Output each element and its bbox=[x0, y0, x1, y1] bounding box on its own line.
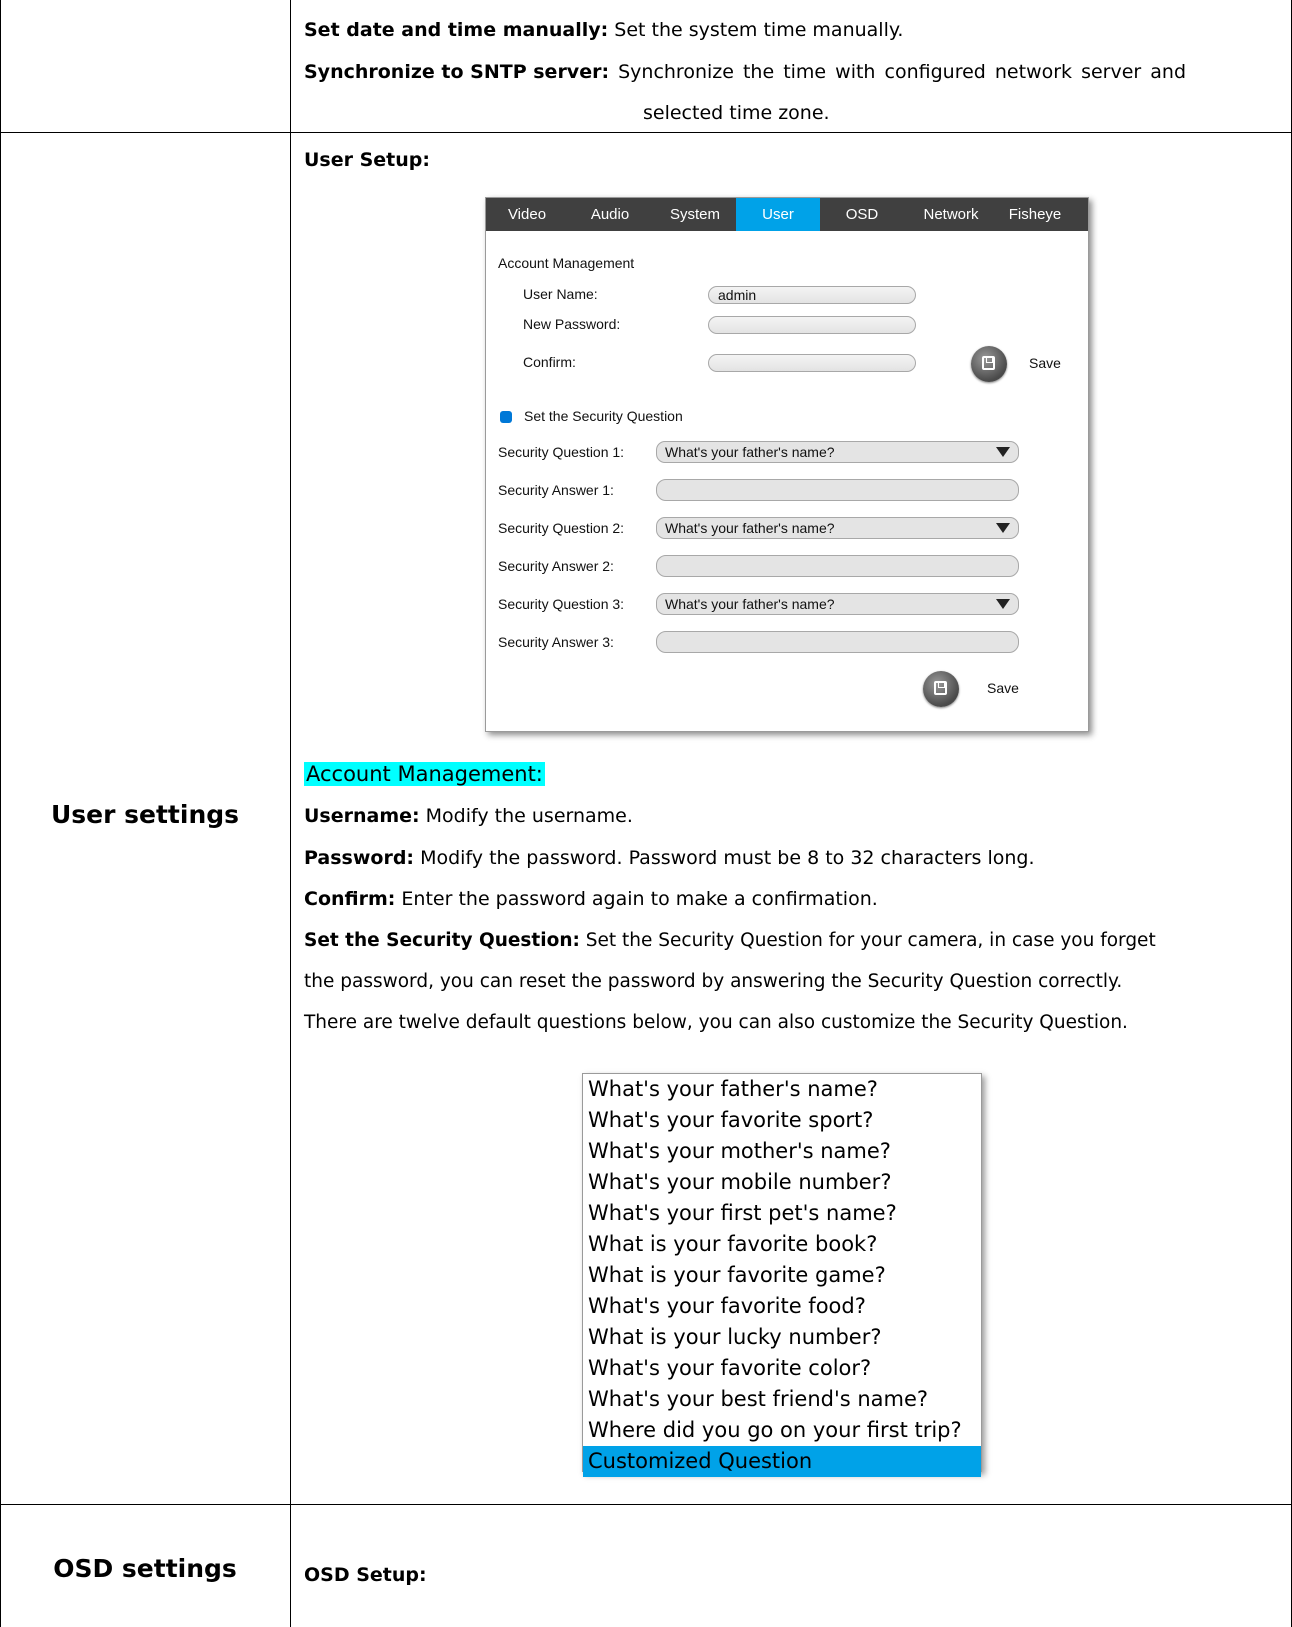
user-name-input[interactable]: admin bbox=[708, 286, 916, 304]
list-item[interactable]: What's your best friend's name? bbox=[583, 1384, 981, 1415]
question1-label: Security Question 1: bbox=[498, 444, 625, 460]
security-question-checkbox[interactable] bbox=[500, 411, 512, 423]
tab-system[interactable]: System bbox=[660, 198, 730, 231]
date-manual-line: Set date and time manually: Set the syst… bbox=[304, 10, 903, 50]
user-setup-heading: User Setup: bbox=[304, 149, 430, 171]
tab-user[interactable]: User bbox=[736, 198, 820, 231]
save-account-button[interactable] bbox=[971, 346, 1007, 382]
row-divider-2 bbox=[0, 1504, 1292, 1505]
user-name-label: User Name: bbox=[523, 286, 598, 302]
confirm-term: Confirm: bbox=[304, 888, 396, 910]
tab-bar: Video Audio System User OSD Network Fish… bbox=[486, 198, 1088, 231]
tab-network[interactable]: Network bbox=[912, 198, 990, 231]
sntp-desc: Synchronize the time with configured net… bbox=[609, 61, 1187, 83]
osd-settings-label: OSD settings bbox=[53, 1554, 237, 1583]
account-management-highlight: Account Management: bbox=[304, 762, 545, 786]
save-icon bbox=[982, 356, 995, 370]
list-item[interactable]: What's your favorite color? bbox=[583, 1353, 981, 1384]
tab-osd[interactable]: OSD bbox=[831, 198, 893, 231]
question3-label: Security Question 3: bbox=[498, 596, 625, 612]
sntp-term: Synchronize to SNTP server: bbox=[304, 61, 610, 83]
question3-value: What's your father's name? bbox=[665, 596, 835, 612]
new-password-input[interactable] bbox=[708, 316, 916, 334]
list-item[interactable]: What is your favorite book? bbox=[583, 1229, 981, 1260]
list-item-selected[interactable]: Customized Question bbox=[583, 1446, 981, 1477]
username-line: Username: Modify the username. bbox=[304, 796, 633, 836]
answer1-input[interactable] bbox=[656, 479, 1019, 501]
password-desc: Modify the password. Password must be 8 … bbox=[414, 847, 1035, 869]
save-icon bbox=[934, 681, 947, 695]
list-item[interactable]: What is your favorite game? bbox=[583, 1260, 981, 1291]
security-line-2: the password, you can reset the password… bbox=[304, 971, 1123, 992]
list-item[interactable]: What's your father's name? bbox=[583, 1074, 981, 1105]
save-security-label: Save bbox=[987, 680, 1019, 696]
user-settings-label: User settings bbox=[50, 800, 240, 829]
sntp-line-continued: selected time zone. bbox=[643, 102, 830, 124]
question3-select[interactable]: What's your father's name? bbox=[656, 593, 1019, 615]
question1-select[interactable]: What's your father's name? bbox=[656, 441, 1019, 463]
security-question-list: What's your father's name? What's your f… bbox=[582, 1073, 982, 1477]
question2-select[interactable]: What's your father's name? bbox=[656, 517, 1019, 539]
answer3-label: Security Answer 3: bbox=[498, 634, 614, 650]
password-line: Password: Modify the password. Password … bbox=[304, 838, 1035, 878]
tab-audio[interactable]: Audio bbox=[579, 198, 641, 231]
account-management-heading: Account Management: bbox=[304, 754, 545, 794]
answer2-input[interactable] bbox=[656, 555, 1019, 577]
username-term: Username: bbox=[304, 805, 420, 827]
save-account-label: Save bbox=[1029, 355, 1061, 371]
list-item[interactable]: What's your mobile number? bbox=[583, 1167, 981, 1198]
chevron-down-icon bbox=[996, 523, 1010, 533]
table-column-divider bbox=[290, 0, 291, 1627]
save-security-button[interactable] bbox=[923, 671, 959, 707]
security-question-checkbox-label: Set the Security Question bbox=[524, 408, 683, 424]
list-item[interactable]: Where did you go on your first trip? bbox=[583, 1415, 981, 1446]
list-item[interactable]: What's your first pet's name? bbox=[583, 1198, 981, 1229]
answer1-label: Security Answer 1: bbox=[498, 482, 614, 498]
new-password-label: New Password: bbox=[523, 316, 621, 332]
confirm-label: Confirm: bbox=[523, 354, 576, 370]
osd-setup-heading: OSD Setup: bbox=[304, 1564, 427, 1586]
confirm-input[interactable] bbox=[708, 354, 916, 372]
confirm-desc: Enter the password again to make a confi… bbox=[395, 888, 878, 910]
list-item[interactable]: What's your favorite sport? bbox=[583, 1105, 981, 1136]
username-desc: Modify the username. bbox=[419, 805, 633, 827]
list-item[interactable]: What is your lucky number? bbox=[583, 1322, 981, 1353]
question1-value: What's your father's name? bbox=[665, 444, 835, 460]
answer3-input[interactable] bbox=[656, 631, 1019, 653]
chevron-down-icon bbox=[996, 599, 1010, 609]
account-management-title: Account Management bbox=[498, 255, 635, 271]
security-desc: Set the Security Question for your camer… bbox=[579, 930, 1156, 951]
list-item[interactable]: What's your favorite food? bbox=[583, 1291, 981, 1322]
user-setup-screenshot: Video Audio System User OSD Network Fish… bbox=[485, 197, 1089, 732]
question2-value: What's your father's name? bbox=[665, 520, 835, 536]
chevron-down-icon bbox=[996, 447, 1010, 457]
date-manual-desc: Set the system time manually. bbox=[608, 19, 904, 41]
tab-video[interactable]: Video bbox=[496, 198, 558, 231]
security-line: Set the Security Question: Set the Secur… bbox=[304, 921, 1156, 961]
password-term: Password: bbox=[304, 847, 415, 869]
confirm-line: Confirm: Enter the password again to mak… bbox=[304, 879, 878, 919]
question2-label: Security Question 2: bbox=[498, 520, 625, 536]
answer2-label: Security Answer 2: bbox=[498, 558, 614, 574]
date-manual-term: Set date and time manually: bbox=[304, 19, 609, 41]
security-term: Set the Security Question: bbox=[304, 930, 580, 951]
list-item[interactable]: What's your mother's name? bbox=[583, 1136, 981, 1167]
sntp-line: Synchronize to SNTP server: Synchronize … bbox=[304, 52, 1280, 92]
security-line-3: There are twelve default questions below… bbox=[304, 1012, 1128, 1033]
tab-fisheye[interactable]: Fisheye bbox=[998, 198, 1072, 231]
